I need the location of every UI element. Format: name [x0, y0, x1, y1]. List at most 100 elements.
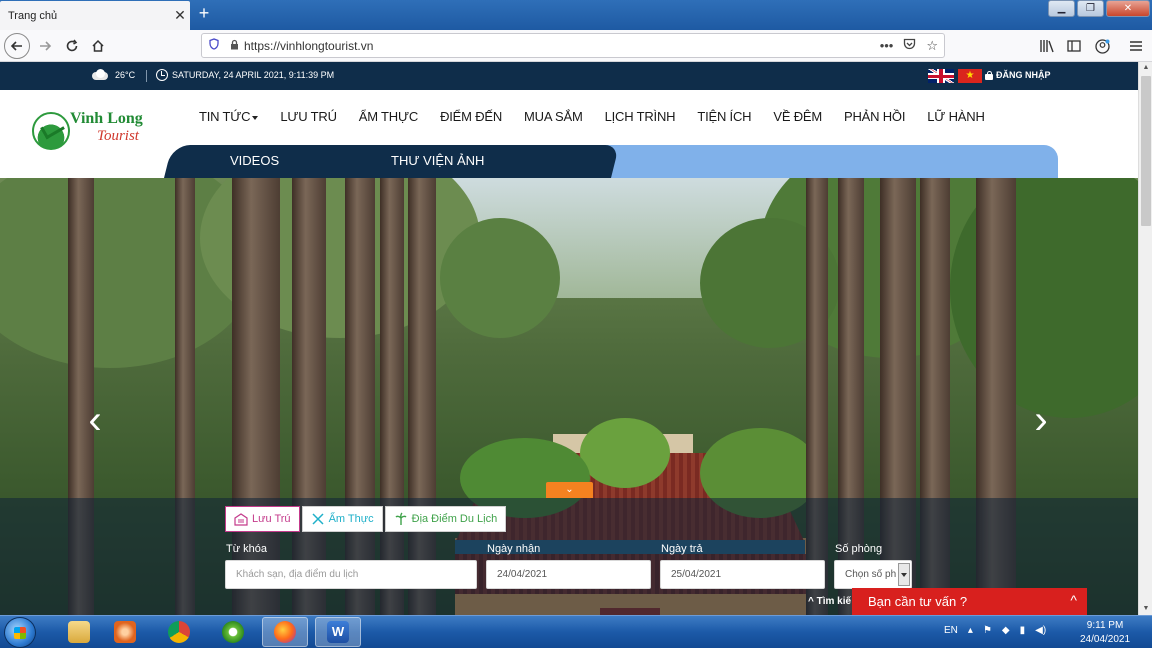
taskbar-firefox[interactable]: [262, 617, 308, 647]
nav-item-diem-den[interactable]: ĐIỂM ĐẾN: [429, 109, 513, 124]
shrub: [580, 418, 670, 488]
windows-taskbar: W EN ▴ ⚑ ◆ ▮ ◀) 9:11 PM 24/04/2021: [0, 615, 1152, 648]
page-scrollbar[interactable]: ▲ ▼: [1138, 62, 1152, 615]
scroll-down-arrow-icon[interactable]: ▼: [1139, 603, 1152, 615]
maximize-button[interactable]: ❐: [1077, 0, 1104, 17]
nav-item-tin-tuc[interactable]: TIN TỨC: [188, 109, 269, 124]
checkout-date-input[interactable]: 25/04/2021: [660, 560, 825, 589]
tab-label: Ẩm Thực: [328, 513, 374, 525]
taskbar-explorer[interactable]: [56, 617, 102, 647]
nav-item-mua-sam[interactable]: MUA SẮM: [513, 109, 594, 124]
clock-icon: [156, 69, 168, 81]
taskbar-media-player[interactable]: [102, 617, 148, 647]
chat-label: Bạn cần tư vấn ?: [868, 594, 968, 609]
show-hidden-icons-icon[interactable]: ▴: [968, 625, 973, 636]
chevron-up-icon[interactable]: ^: [1070, 592, 1077, 608]
folder-icon: [68, 621, 90, 643]
rooms-select[interactable]: Chọn số ph: [834, 560, 912, 589]
home-icon[interactable]: [86, 34, 110, 58]
volume-icon[interactable]: ◀): [1035, 625, 1046, 636]
reload-icon[interactable]: [60, 34, 84, 58]
slider-prev-arrow-icon[interactable]: ‹: [84, 400, 106, 440]
nav-item-luu-tru[interactable]: LƯU TRÚ: [269, 109, 347, 124]
hotel-icon: [234, 513, 248, 526]
tab-dia-diem-du-lich[interactable]: Địa Điểm Du Lịch: [384, 506, 507, 532]
sidebar-icon[interactable]: [1062, 34, 1086, 58]
scroll-up-arrow-icon[interactable]: ▲: [1139, 62, 1152, 74]
site-top-strip: 26°C SATURDAY, 24 APRIL 2021, 9:11:39 PM…: [0, 62, 1138, 90]
utensils-icon: [312, 513, 324, 525]
url-bar[interactable]: https://vinhlongtourist.vn ••• ☆: [201, 33, 945, 58]
keyword-label: Từ khóa: [226, 543, 267, 555]
logo-name: Vinh Long: [70, 110, 143, 127]
taskbar-clock[interactable]: 9:11 PM 24/04/2021: [1080, 619, 1130, 647]
tab-am-thuc[interactable]: Ẩm Thực: [301, 506, 383, 532]
logo-subtitle: Tourist: [97, 128, 139, 144]
subnav: VIDEOS THƯ VIỆN ẢNH: [164, 145, 611, 178]
rooms-label: Số phòng: [835, 543, 883, 555]
tab-label: Địa Điểm Du Lịch: [411, 513, 498, 525]
nav-item-am-thuc[interactable]: ẨM THỰC: [348, 109, 429, 124]
site-logo[interactable]: Vinh Long Tourist: [30, 108, 160, 152]
caret-down-icon: [252, 115, 259, 120]
tracking-shield-icon[interactable]: [202, 38, 226, 53]
checkin-date-input[interactable]: 24/04/2021: [486, 560, 651, 589]
taskbar-word[interactable]: W: [315, 617, 361, 647]
nav-item-lu-hanh[interactable]: LỮ HÀNH: [916, 109, 995, 124]
datetime: SATURDAY, 24 APRIL 2021, 9:11:39 PM: [156, 69, 334, 81]
login-label: ĐĂNG NHẬP: [996, 70, 1051, 80]
back-arrow-icon[interactable]: [4, 33, 30, 59]
start-button[interactable]: [4, 617, 36, 648]
language-indicator[interactable]: EN: [944, 625, 958, 636]
close-window-button[interactable]: ✕: [1106, 0, 1150, 17]
english-flag-icon[interactable]: [928, 69, 954, 83]
forward-arrow-icon[interactable]: [33, 34, 57, 58]
logo-emblem-icon: [32, 112, 70, 150]
tab-title: Trang chủ: [8, 9, 58, 22]
padlock-icon[interactable]: [226, 39, 242, 53]
url-text[interactable]: https://vinhlongtourist.vn: [242, 39, 880, 53]
minimize-button[interactable]: ▁: [1048, 0, 1075, 17]
new-tab-button[interactable]: +: [195, 3, 213, 24]
menu-icon[interactable]: [1124, 34, 1148, 58]
taskbar-app[interactable]: [210, 617, 256, 647]
library-icon[interactable]: [1035, 34, 1059, 58]
slider-next-arrow-icon[interactable]: ›: [1030, 400, 1052, 440]
login-link[interactable]: ĐĂNG NHẬP: [985, 70, 1051, 80]
firefox-icon: [274, 621, 296, 643]
nav-item-tien-ich[interactable]: TIỆN ÍCH: [686, 109, 762, 124]
tab-close-icon[interactable]: ✕: [170, 7, 190, 24]
subnav-item-photo-library[interactable]: THƯ VIỆN ẢNH: [391, 153, 484, 168]
vietnam-flag-icon[interactable]: ★: [958, 69, 982, 83]
account-icon[interactable]: [1090, 34, 1114, 58]
nav-item-phan-hoi[interactable]: PHẢN HỒI: [833, 109, 916, 124]
nav-item-ve-dem[interactable]: VỀ ĐÊM: [762, 109, 833, 124]
subnav-item-videos[interactable]: VIDEOS: [230, 153, 279, 168]
action-center-flag-icon[interactable]: ⚑: [983, 625, 992, 636]
weather: 26°C: [90, 69, 135, 81]
advanced-search-link[interactable]: ^ Tìm kiế: [808, 596, 851, 607]
network-signal-icon[interactable]: ▮: [1020, 625, 1026, 636]
pocket-icon[interactable]: [903, 38, 916, 54]
bookmark-star-icon[interactable]: ☆: [926, 38, 938, 54]
word-icon: W: [327, 621, 349, 643]
browser-tab[interactable]: Trang chủ ✕: [0, 1, 190, 30]
clock-time: 9:11 PM: [1086, 620, 1124, 631]
tab-luu-tru[interactable]: Lưu Trú: [225, 506, 300, 532]
nav-item-lich-trinh[interactable]: LỊCH TRÌNH: [594, 109, 687, 124]
divider: [146, 70, 147, 82]
taskbar-chrome[interactable]: [156, 617, 202, 647]
dropdown-arrow-icon[interactable]: [898, 563, 910, 586]
advanced-search-label: Tìm kiế: [816, 596, 852, 607]
consult-chat-bar[interactable]: Bạn cần tư vấn ? ^: [852, 588, 1087, 615]
keyword-input[interactable]: Khách sạn, địa điểm du lịch: [225, 560, 477, 589]
scrollbar-thumb[interactable]: [1141, 76, 1151, 226]
datetime-text: SATURDAY, 24 APRIL 2021, 9:11:39 PM: [172, 70, 335, 80]
security-icon[interactable]: ◆: [1002, 625, 1010, 636]
page-actions-icon[interactable]: •••: [880, 38, 894, 54]
search-toggle-chevron-icon[interactable]: ⌄: [546, 482, 593, 498]
checkout-label: Ngày trả: [661, 543, 703, 555]
browser-toolbar: https://vinhlongtourist.vn ••• ☆: [0, 30, 1152, 62]
tab-label: Lưu Trú: [252, 513, 291, 525]
hero-slider: ‹ › ⌄ Lưu Trú Ẩm Thực Địa Điểm Du Lịch T…: [0, 178, 1138, 615]
